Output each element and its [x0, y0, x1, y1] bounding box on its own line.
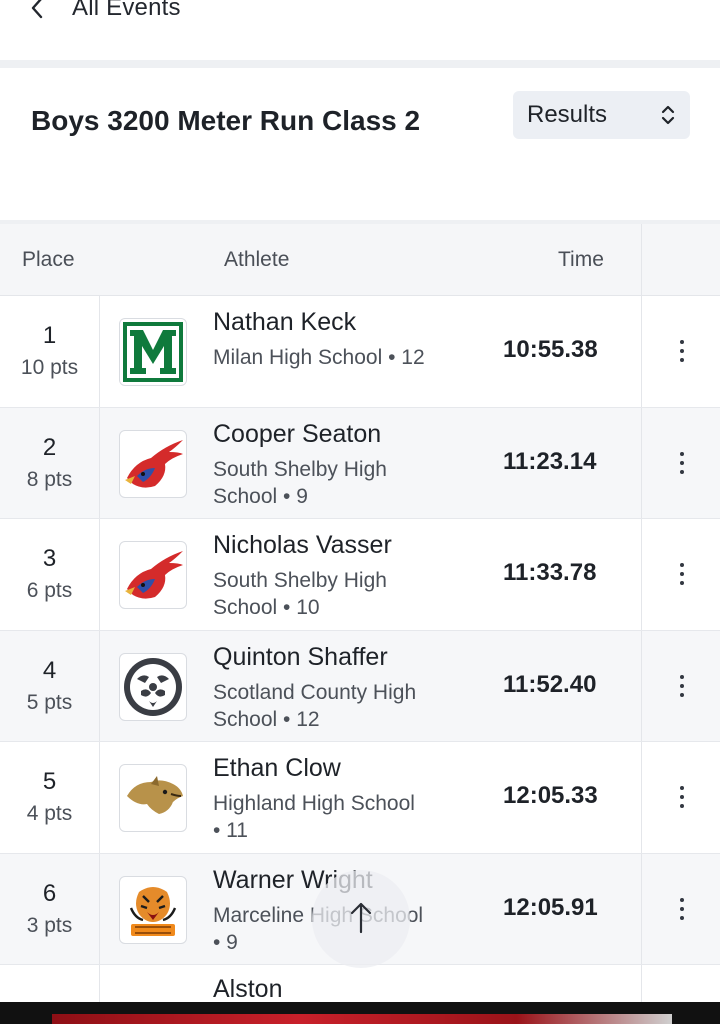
- column-divider: [99, 742, 100, 853]
- more-options-button[interactable]: [643, 519, 720, 630]
- kebab-menu-icon: [679, 340, 684, 363]
- result-time: 12:05.91: [503, 893, 598, 921]
- column-divider: [99, 630, 100, 741]
- table-row[interactable]: Alston: [0, 965, 720, 1005]
- table-row[interactable]: 3 6 pts Nicholas Vasser South Shelby Hig…: [0, 519, 720, 631]
- cardinal-logo: [119, 429, 187, 498]
- place-number: 5: [42, 768, 57, 795]
- place-cell: 1 10 pts: [0, 296, 99, 407]
- place-number: 1: [42, 322, 57, 349]
- athlete-name[interactable]: Ethan Clow: [213, 754, 341, 783]
- column-divider: [641, 630, 642, 741]
- column-divider: [99, 407, 100, 518]
- result-time: 11:33.78: [503, 559, 597, 586]
- table-header: Place Athlete Time: [0, 224, 720, 296]
- table-row[interactable]: 5 4 pts Ethan Clow Highland High School …: [0, 742, 720, 854]
- athlete-name[interactable]: Alston: [213, 975, 282, 1004]
- athlete-name[interactable]: Cooper Seaton: [213, 420, 381, 449]
- view-select-value: Results: [527, 101, 608, 128]
- header-time: Time: [558, 248, 604, 271]
- athlete-school: Milan High School • 12: [213, 346, 425, 369]
- athlete-school: South Shelby High School • 9: [213, 457, 387, 508]
- header-place: Place: [22, 248, 75, 271]
- table-row[interactable]: 2 8 pts Cooper Seaton South Shelby High …: [0, 407, 720, 519]
- column-divider: [641, 519, 642, 630]
- place-cell: 4 5 pts: [0, 631, 99, 742]
- more-options-button[interactable]: [643, 631, 720, 742]
- header-athlete: Athlete: [224, 248, 290, 271]
- place-number: 4: [42, 656, 57, 684]
- event-title: Boys 3200 Meter Run Class 2: [31, 105, 421, 136]
- athlete-school: South Shelby High School • 10: [213, 569, 387, 619]
- column-divider: [641, 224, 642, 295]
- place-cell: 3 6 pts: [0, 519, 99, 630]
- scroll-to-top-button[interactable]: [312, 870, 410, 968]
- more-options-button[interactable]: [643, 296, 720, 407]
- back-link-label: All Events: [72, 0, 181, 21]
- kebab-menu-icon: [679, 451, 684, 474]
- table-row[interactable]: 4 5 pts Quinton Shaffer Scotland County …: [0, 630, 720, 742]
- kebab-menu-icon: [679, 563, 684, 586]
- more-options-button[interactable]: [643, 742, 720, 853]
- column-divider: [641, 742, 642, 853]
- result-time: 11:23.14: [503, 447, 597, 475]
- tiger-circle-logo: [119, 652, 187, 721]
- place-points: 5 pts: [26, 690, 73, 714]
- place-points: 4 pts: [26, 802, 73, 825]
- athlete-school: Scotland County High School • 12: [213, 680, 417, 731]
- milan-m-logo: [119, 318, 187, 386]
- place-number: 6: [42, 879, 57, 907]
- result-time: 11:52.40: [503, 670, 597, 698]
- table-row[interactable]: 1 10 pts Nathan Keck Milan High School •…: [0, 296, 720, 408]
- kebab-menu-icon: [679, 786, 684, 809]
- chevron-left-icon: [30, 0, 52, 28]
- event-header: Boys 3200 Meter Run Class 2 Results: [0, 68, 720, 222]
- cougar-logo: [119, 764, 187, 832]
- place-number: 2: [42, 433, 57, 461]
- updown-chevron-icon: [658, 103, 678, 127]
- place-cell: 6 3 pts: [0, 854, 99, 965]
- column-divider: [99, 965, 100, 1005]
- result-time: 12:05.33: [503, 782, 598, 809]
- more-options-button[interactable]: [643, 408, 720, 519]
- place-cell: 5 4 pts: [0, 742, 99, 853]
- place-points: 6 pts: [26, 579, 73, 602]
- column-divider: [641, 407, 642, 518]
- column-divider: [99, 519, 100, 630]
- place-points: 3 pts: [26, 913, 73, 937]
- athlete-name[interactable]: Nicholas Vasser: [213, 531, 392, 560]
- result-time: 10:55.38: [503, 336, 598, 363]
- bottom-ad-banner[interactable]: [0, 1002, 720, 1024]
- top-nav-bar: All Events: [0, 0, 720, 62]
- more-options-button[interactable]: [643, 854, 720, 965]
- tigers-logo: [119, 875, 187, 944]
- column-divider: [99, 296, 100, 407]
- kebab-menu-icon: [679, 897, 684, 920]
- place-points: 10 pts: [20, 356, 79, 379]
- ad-image: [52, 1014, 672, 1024]
- view-select-dropdown[interactable]: Results: [513, 91, 690, 139]
- section-divider: [0, 60, 720, 68]
- athlete-name[interactable]: Quinton Shaffer: [213, 643, 388, 672]
- column-divider: [641, 296, 642, 407]
- place-number: 3: [42, 545, 57, 572]
- column-divider: [641, 965, 642, 1005]
- column-divider: [641, 853, 642, 964]
- arrow-up-icon: [349, 900, 373, 939]
- kebab-menu-icon: [679, 674, 684, 697]
- athlete-name[interactable]: Nathan Keck: [213, 308, 356, 337]
- column-divider: [99, 853, 100, 964]
- athlete-school: Highland High School • 11: [213, 792, 415, 842]
- cardinal-logo: [119, 541, 187, 609]
- place-points: 8 pts: [26, 467, 73, 491]
- back-to-all-events-link[interactable]: All Events: [30, 0, 181, 28]
- place-cell: 2 8 pts: [0, 408, 99, 519]
